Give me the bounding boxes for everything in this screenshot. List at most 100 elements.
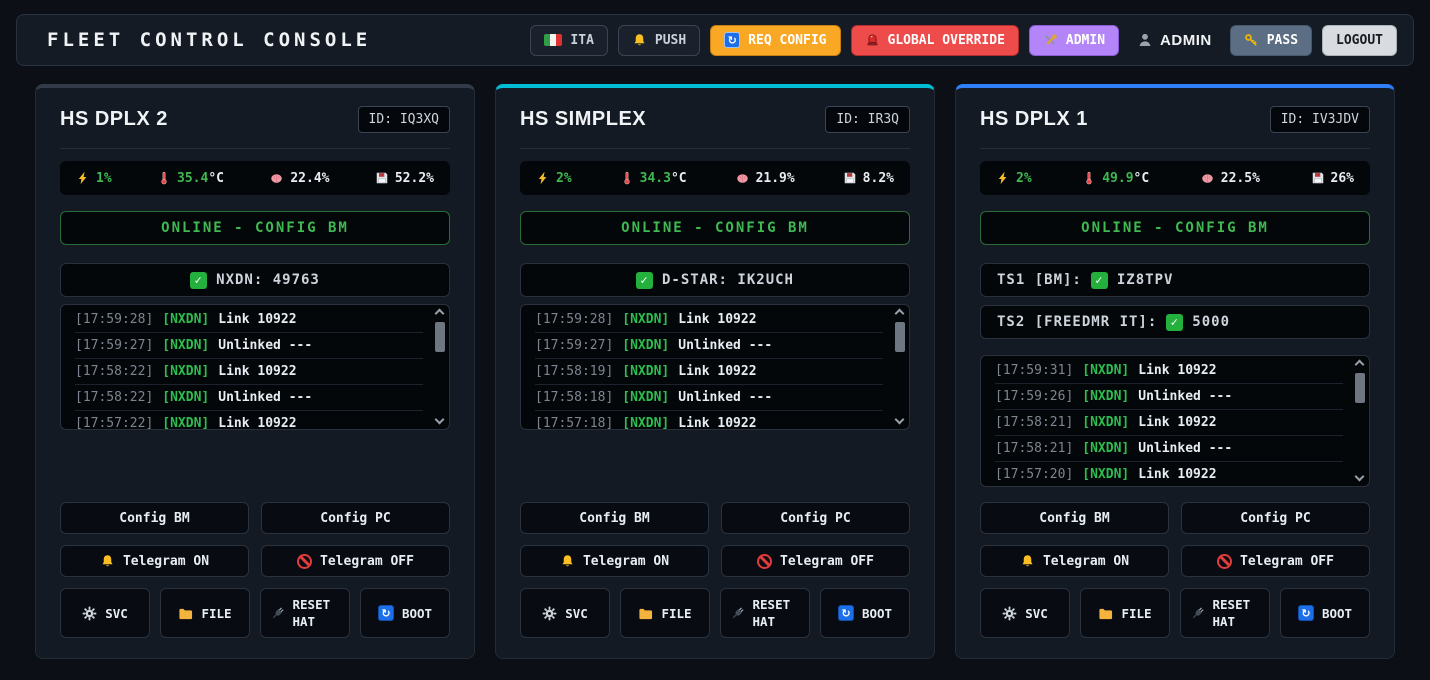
boot-button[interactable]: BOOT bbox=[1280, 588, 1370, 638]
status-badge: ONLINE - CONFIG BM bbox=[980, 211, 1370, 245]
bell-icon bbox=[100, 554, 115, 569]
log-scrollbar[interactable] bbox=[893, 307, 906, 427]
cpu-stat: 21.9% bbox=[735, 171, 795, 186]
language-button[interactable]: ITA bbox=[530, 25, 607, 56]
logged-in-user: ADMIN bbox=[1137, 32, 1212, 49]
log-panel: [17:59:28][NXDN]Link 10922 [17:59:27][NX… bbox=[520, 304, 910, 430]
config-pc-button[interactable]: Config PC bbox=[1181, 502, 1370, 534]
power-stat: 2% bbox=[996, 171, 1032, 186]
reset-hat-button[interactable]: RESET HAT bbox=[1180, 588, 1270, 638]
stats-bar: 1% 35.4°C 22.4% 52.2% bbox=[60, 161, 450, 195]
lightning-icon bbox=[76, 171, 90, 185]
lightning-icon bbox=[536, 171, 550, 185]
logout-button[interactable]: LOGOUT bbox=[1322, 25, 1397, 56]
checkbox-checked-icon bbox=[1091, 272, 1108, 289]
app-header: FLEET CONTROL CONSOLE ITA PUSH REQ CONFI… bbox=[16, 14, 1414, 66]
telegram-on-button[interactable]: Telegram ON bbox=[60, 545, 249, 577]
no-entry-icon bbox=[1217, 554, 1232, 569]
log-row: [17:58:19][NXDN]Link 10922 bbox=[535, 359, 883, 385]
network-row-nxdn: NXDN: 49763 bbox=[60, 263, 450, 297]
stats-bar: 2% 49.9°C 22.5% 26% bbox=[980, 161, 1370, 195]
file-button[interactable]: FILE bbox=[160, 588, 250, 638]
bell-icon bbox=[1020, 554, 1035, 569]
admin-button[interactable]: ADMIN bbox=[1029, 25, 1119, 56]
no-entry-icon bbox=[297, 554, 312, 569]
hotspot-card-hs-dplx-2: HS DPLX 2 ID: IQ3XQ 1% 35.4°C 22.4% 52.2… bbox=[35, 84, 475, 659]
hotspot-card-hs-dplx-1: HS DPLX 1 ID: IV3JDV 2% 49.9°C 22.5% 26%… bbox=[955, 84, 1395, 659]
config-pc-button[interactable]: Config PC bbox=[261, 502, 450, 534]
gear-icon bbox=[1002, 606, 1017, 621]
scroll-up-icon[interactable] bbox=[435, 309, 445, 319]
log-row: [17:59:31][NXDN]Link 10922 bbox=[995, 358, 1343, 384]
device-id-badge: ID: IV3JDV bbox=[1270, 106, 1370, 133]
svc-button[interactable]: SVC bbox=[980, 588, 1070, 638]
divider bbox=[980, 148, 1370, 149]
plug-icon bbox=[270, 606, 285, 621]
log-row: [17:58:22][NXDN]Link 10922 bbox=[75, 359, 423, 385]
scroll-down-icon[interactable] bbox=[1355, 472, 1365, 482]
network-row-dstar: D-STAR: IK2UCH bbox=[520, 263, 910, 297]
plug-icon bbox=[730, 606, 745, 621]
brain-icon bbox=[1200, 171, 1215, 186]
disk-stat: 8.2% bbox=[843, 171, 894, 186]
disk-stat: 26% bbox=[1311, 171, 1354, 186]
log-row: [17:58:21][NXDN]Unlinked --- bbox=[995, 436, 1343, 462]
hotspot-card-hs-simplex: HS SIMPLEX ID: IR3Q 2% 34.3°C 21.9% 8.2%… bbox=[495, 84, 935, 659]
boot-button[interactable]: BOOT bbox=[360, 588, 450, 638]
config-bm-button[interactable]: Config BM bbox=[520, 502, 709, 534]
scroll-up-icon[interactable] bbox=[1355, 360, 1365, 370]
config-bm-button[interactable]: Config BM bbox=[60, 502, 249, 534]
scrollbar-thumb[interactable] bbox=[895, 322, 905, 352]
scroll-down-icon[interactable] bbox=[435, 415, 445, 425]
italy-flag-icon bbox=[544, 34, 562, 46]
timeslot-2-row: TS2 [FREEDMR IT]: 5000 bbox=[980, 305, 1370, 339]
boot-button[interactable]: BOOT bbox=[820, 588, 910, 638]
telegram-on-button[interactable]: Telegram ON bbox=[520, 545, 709, 577]
push-button[interactable]: PUSH bbox=[618, 25, 700, 56]
reset-hat-button[interactable]: RESET HAT bbox=[720, 588, 810, 638]
log-row: [17:59:27][NXDN]Unlinked --- bbox=[75, 333, 423, 359]
telegram-off-button[interactable]: Telegram OFF bbox=[1181, 545, 1370, 577]
log-row: [17:59:26][NXDN]Unlinked --- bbox=[995, 384, 1343, 410]
cpu-stat: 22.5% bbox=[1200, 171, 1260, 186]
log-row: [17:59:28][NXDN]Link 10922 bbox=[75, 307, 423, 333]
timeslot-1-row: TS1 [BM]: IZ8TPV bbox=[980, 263, 1370, 297]
scroll-down-icon[interactable] bbox=[895, 415, 905, 425]
telegram-off-button[interactable]: Telegram OFF bbox=[721, 545, 910, 577]
log-panel: [17:59:31][NXDN]Link 10922 [17:59:26][NX… bbox=[980, 355, 1370, 487]
global-override-button[interactable]: GLOBAL OVERRIDE bbox=[851, 25, 1019, 56]
lightning-icon bbox=[996, 171, 1010, 185]
checkbox-checked-icon bbox=[1166, 314, 1183, 331]
svc-button[interactable]: SVC bbox=[60, 588, 150, 638]
reset-hat-button[interactable]: RESET HAT bbox=[260, 588, 350, 638]
folder-icon bbox=[638, 606, 653, 621]
config-pc-button[interactable]: Config PC bbox=[721, 502, 910, 534]
telegram-on-button[interactable]: Telegram ON bbox=[980, 545, 1169, 577]
temperature-stat: 35.4°C bbox=[157, 171, 224, 186]
power-stat: 2% bbox=[536, 171, 572, 186]
card-title: HS DPLX 1 bbox=[980, 108, 1088, 131]
scrollbar-thumb[interactable] bbox=[435, 322, 445, 352]
req-config-button[interactable]: REQ CONFIG bbox=[710, 25, 840, 56]
telegram-off-button[interactable]: Telegram OFF bbox=[261, 545, 450, 577]
floppy-disk-icon bbox=[375, 171, 389, 185]
file-button[interactable]: FILE bbox=[1080, 588, 1170, 638]
floppy-disk-icon bbox=[1311, 171, 1325, 185]
log-scrollbar[interactable] bbox=[1353, 358, 1366, 484]
refresh-icon bbox=[378, 605, 394, 621]
floppy-disk-icon bbox=[843, 171, 857, 185]
log-row: [17:58:21][NXDN]Link 10922 bbox=[995, 410, 1343, 436]
log-scrollbar[interactable] bbox=[433, 307, 446, 427]
refresh-icon bbox=[1298, 605, 1314, 621]
scrollbar-thumb[interactable] bbox=[1355, 373, 1365, 403]
no-entry-icon bbox=[757, 554, 772, 569]
log-row: [17:59:28][NXDN]Link 10922 bbox=[535, 307, 883, 333]
pass-button[interactable]: PASS bbox=[1230, 25, 1312, 56]
file-button[interactable]: FILE bbox=[620, 588, 710, 638]
temperature-stat: 49.9°C bbox=[1082, 171, 1149, 186]
thermometer-icon bbox=[157, 171, 171, 185]
config-bm-button[interactable]: Config BM bbox=[980, 502, 1169, 534]
fleet-cards: HS DPLX 2 ID: IQ3XQ 1% 35.4°C 22.4% 52.2… bbox=[35, 84, 1395, 659]
scroll-up-icon[interactable] bbox=[895, 309, 905, 319]
svc-button[interactable]: SVC bbox=[520, 588, 610, 638]
